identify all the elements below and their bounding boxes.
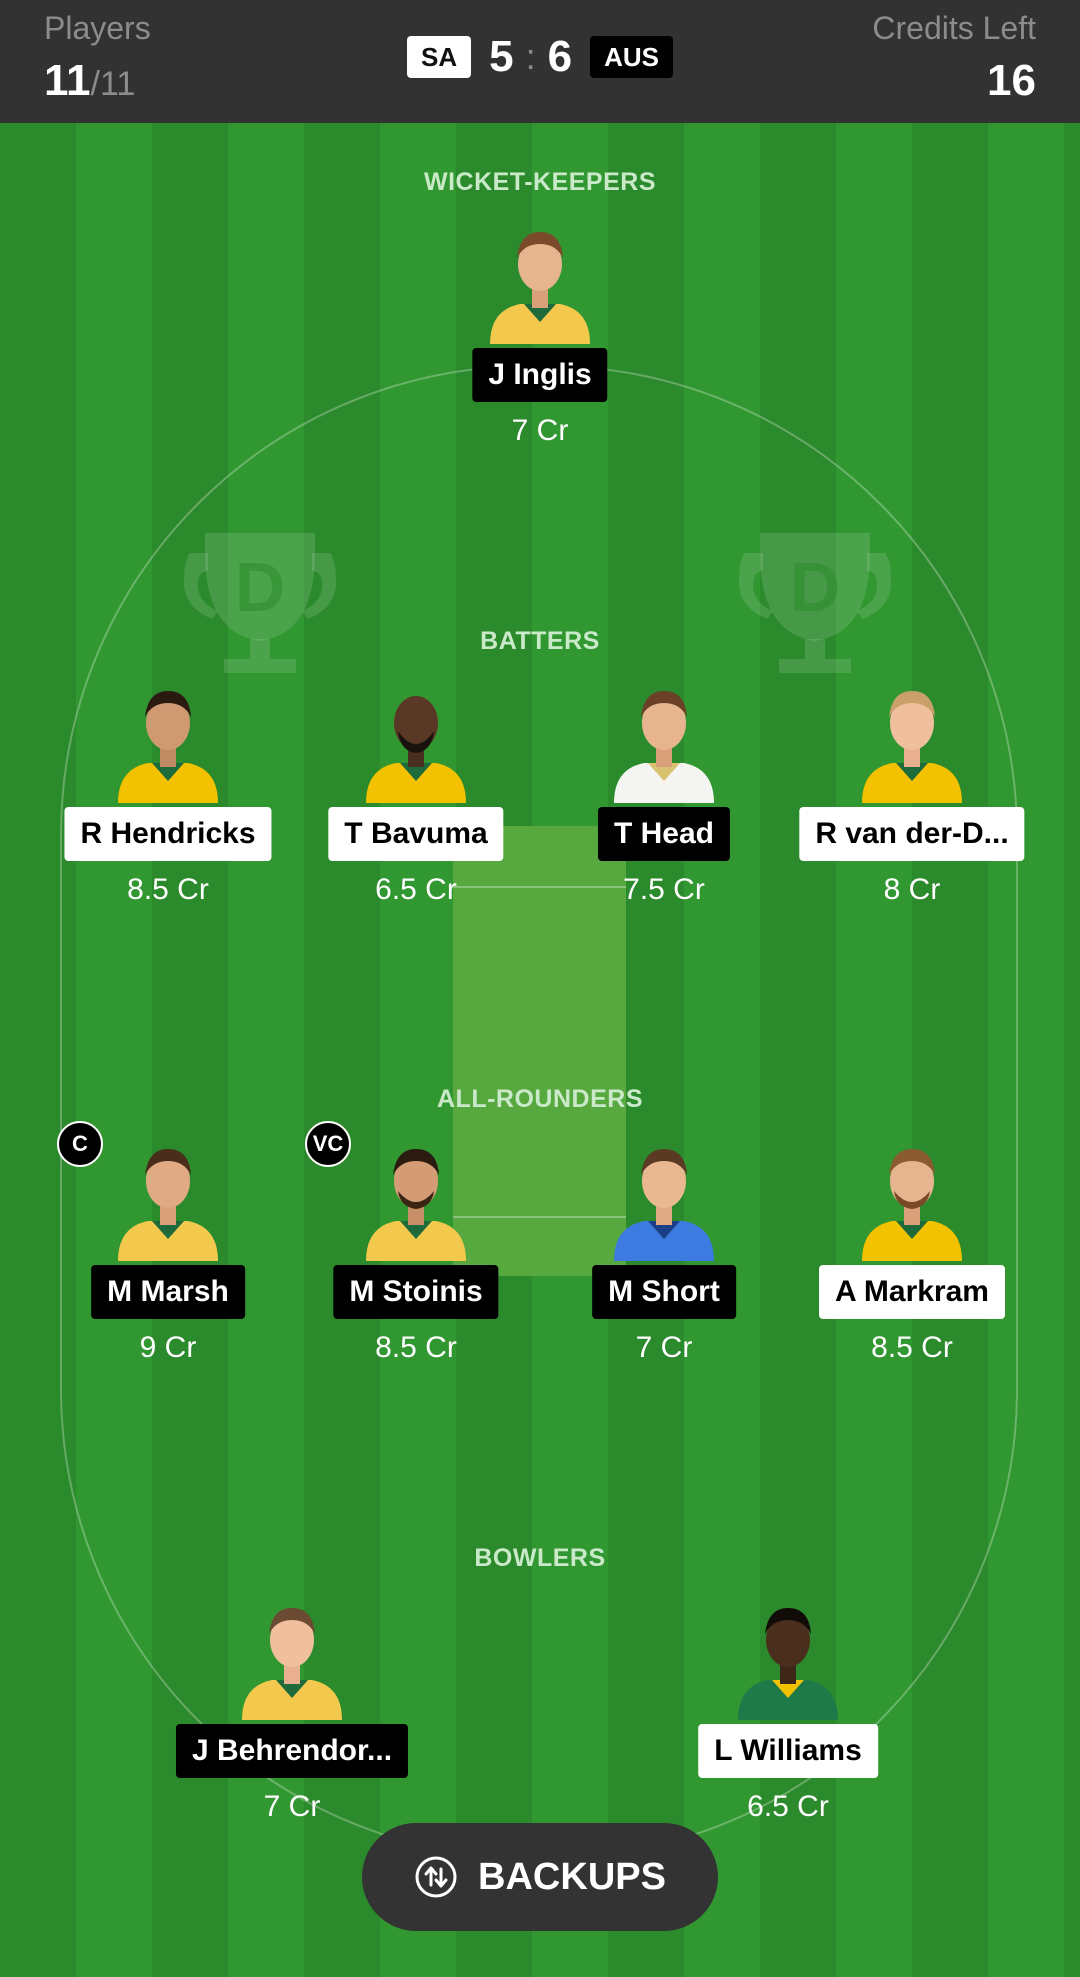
player-name: J Behrendor... [175,1724,409,1778]
section-bowlers: BOWLERS [474,1544,606,1572]
svg-text:D: D [790,548,841,626]
credits-value: 16 [987,56,1036,105]
player-name: A Markram [819,1265,1005,1319]
player-credits: 7 Cr [511,414,569,447]
top-bar: Players 11/11 SA 5 : 6 AUS Credits Left … [0,0,1080,123]
player-credits: 7 Cr [635,1331,693,1364]
section-wicket-keepers: WICKET-KEEPERS [423,168,657,196]
player-credits: 8.5 Cr [127,873,209,906]
player-name: J Inglis [472,348,608,402]
section-batters: BATTERS [480,627,600,655]
player-photo [242,1608,342,1720]
player-name: M Short [592,1265,736,1319]
player-credits: 6.5 Cr [375,873,457,906]
player-credits: 7.5 Cr [623,873,705,906]
player-photo [366,696,466,803]
player-name: L Williams [698,1724,878,1778]
credits-label: Credits Left [872,10,1036,46]
player-photo [118,1149,218,1261]
player-photo [862,691,962,803]
player-name: R van der-D... [799,807,1025,861]
vice-captain-badge: VC [305,1121,351,1167]
player-photo [490,232,590,344]
backups-label: BACKUPS [478,1855,666,1898]
player-name: T Bavuma [328,807,504,861]
player-name: R Hendricks [64,807,272,861]
player-name: M Stoinis [333,1265,499,1319]
player-credits: 8.5 Cr [871,1331,953,1364]
trophy-watermark-icon: D [739,533,891,673]
captain-badge: C [57,1121,103,1167]
player-photo [862,1149,962,1261]
swap-arrows-icon [415,1856,457,1898]
player-photo [118,691,218,803]
trophy-watermark-icon: D [184,533,336,673]
player-name: T Head [597,807,731,861]
score-left: 5 [489,32,514,81]
player-photo [738,1608,838,1720]
player-credits: 6.5 Cr [747,1790,829,1823]
player-photo [614,691,714,803]
player-credits: 9 Cr [139,1331,197,1364]
section-all-rounders: ALL-ROUNDERS [437,1085,643,1113]
player-credits: 7 Cr [263,1790,321,1823]
score-right: 6 [547,32,573,81]
team-left-tag: SA [406,36,472,78]
player-photo [366,1149,466,1261]
crease-line [453,1216,626,1218]
score-separator: : [525,36,536,77]
player-credits: 8.5 Cr [375,1331,457,1364]
player-credits: 8 Cr [883,873,941,906]
backups-button[interactable]: BACKUPS [362,1823,718,1931]
player-name: M Marsh [91,1265,245,1319]
team-right-tag: AUS [590,36,673,78]
svg-text:D: D [235,548,286,626]
player-photo [614,1149,714,1261]
